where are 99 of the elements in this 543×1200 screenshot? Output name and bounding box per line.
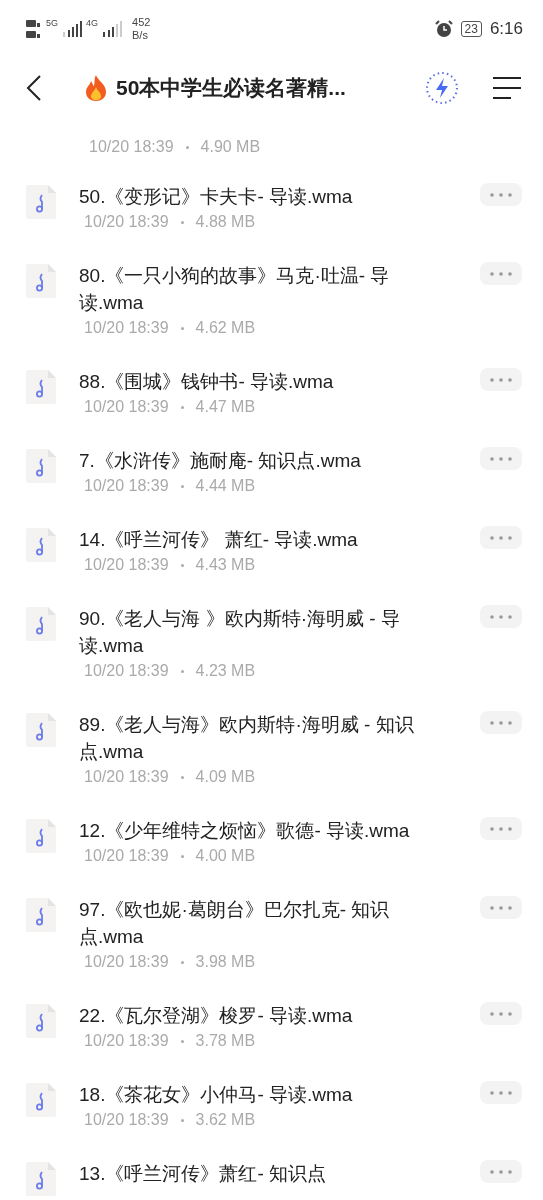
file-name[interactable]: 90.《老人与海 》欧内斯特·海明威 - 导读.wma	[79, 605, 451, 659]
more-button[interactable]	[480, 183, 522, 206]
separator-dot	[180, 669, 184, 673]
more-button[interactable]	[480, 368, 522, 391]
file-name[interactable]: 80.《一只小狗的故事》马克·吐温- 导读.wma	[79, 262, 451, 316]
file-name[interactable]: 88.《围城》钱钟书- 导读.wma	[79, 368, 451, 395]
more-icon	[489, 1011, 513, 1016]
more-icon	[489, 720, 513, 725]
file-date: 10/20 18:39	[84, 212, 169, 232]
more-button[interactable]	[480, 605, 522, 628]
more-icon	[489, 535, 513, 540]
alarm-icon	[434, 20, 453, 38]
file-date: 10/20 18:39	[84, 397, 169, 417]
more-button[interactable]	[480, 711, 522, 734]
file-size: 3.98 MB	[195, 952, 256, 972]
battery-indicator: 23	[460, 21, 482, 37]
audio-file-icon	[26, 713, 56, 747]
more-icon	[489, 1090, 513, 1095]
more-icon	[489, 1169, 513, 1174]
more-icon	[489, 826, 513, 831]
audio-file-icon	[26, 264, 56, 298]
signal-icon	[102, 21, 123, 37]
file-date: 10/20 18:39	[84, 476, 169, 496]
separator-dot	[180, 220, 184, 224]
more-button[interactable]	[480, 1081, 522, 1104]
sim-icon	[26, 18, 42, 40]
separator-dot	[180, 326, 184, 330]
more-icon	[489, 377, 513, 382]
audio-file-icon	[26, 185, 56, 219]
separator-dot	[180, 1039, 184, 1043]
file-name[interactable]: 22.《瓦尔登湖》梭罗- 导读.wma	[79, 1002, 451, 1029]
file-date: 10/20 18:39	[84, 318, 169, 338]
more-button[interactable]	[480, 447, 522, 470]
file-date: 10/20 18:39	[84, 555, 169, 575]
separator-dot	[180, 563, 184, 567]
more-icon	[489, 271, 513, 276]
file-size: 3.78 MB	[195, 1031, 256, 1051]
file-name[interactable]: 7.《水浒传》施耐庵- 知识点.wma	[79, 447, 451, 474]
file-size: 4.62 MB	[195, 318, 256, 338]
file-size: 4.00 MB	[195, 846, 256, 866]
audio-file-icon	[26, 1083, 56, 1117]
audio-file-icon	[26, 1004, 56, 1038]
speed-value: 452	[132, 16, 151, 29]
file-size: 3.62 MB	[195, 1110, 256, 1130]
more-icon	[489, 614, 513, 619]
audio-file-icon	[26, 898, 56, 932]
more-button[interactable]	[480, 1002, 522, 1025]
separator-dot	[180, 484, 184, 488]
more-button[interactable]	[480, 526, 522, 549]
more-button[interactable]	[480, 1160, 522, 1183]
file-name[interactable]: 12.《少年维特之烦恼》歌德- 导读.wma	[79, 817, 451, 844]
more-icon	[489, 456, 513, 461]
more-icon	[489, 905, 513, 910]
audio-file-icon	[26, 528, 56, 562]
file-size: 4.88 MB	[195, 212, 256, 232]
separator-dot	[185, 145, 189, 149]
separator-dot	[180, 775, 184, 779]
more-icon	[489, 192, 513, 197]
back-icon[interactable]	[26, 75, 42, 101]
clock-time: 6:16	[489, 19, 523, 39]
audio-file-icon	[26, 370, 56, 404]
audio-file-icon	[26, 1162, 56, 1196]
file-name[interactable]: 13.《呼兰河传》萧红- 知识点	[79, 1160, 451, 1187]
file-name[interactable]: 97.《欧也妮·葛朗台》巴尔扎克- 知识点.wma	[79, 896, 451, 950]
folder-title: 50本中学生必读名著精...	[116, 75, 347, 101]
network-label: 5G	[46, 18, 58, 28]
audio-file-icon	[26, 819, 56, 853]
file-size: 4.09 MB	[195, 767, 256, 787]
file-date: 10/20 18:39	[84, 1110, 169, 1130]
separator-dot	[180, 1118, 184, 1122]
audio-file-icon	[26, 607, 56, 641]
audio-file-icon	[26, 449, 56, 483]
file-date: 10/20 18:39	[84, 767, 169, 787]
separator-dot	[180, 854, 184, 858]
file-date: 10/20 18:39	[89, 137, 174, 157]
lightning-icon[interactable]	[425, 71, 459, 105]
file-date: 10/20 18:39	[84, 952, 169, 972]
file-date: 10/20 18:39	[84, 846, 169, 866]
more-button[interactable]	[480, 896, 522, 919]
separator-dot	[180, 405, 184, 409]
speed-unit: B/s	[132, 29, 149, 42]
menu-icon[interactable]	[493, 77, 521, 99]
signal-icon	[62, 21, 82, 37]
file-date: 10/20 18:39	[84, 661, 169, 681]
file-size: 4.47 MB	[195, 397, 256, 417]
flame-icon	[84, 74, 108, 102]
file-name[interactable]: 89.《老人与海》欧内斯特·海明威 - 知识点.wma	[79, 711, 451, 765]
separator-dot	[180, 960, 184, 964]
more-button[interactable]	[480, 262, 522, 285]
file-name[interactable]: 18.《茶花女》小仲马- 导读.wma	[79, 1081, 451, 1108]
file-size: 4.44 MB	[195, 476, 256, 496]
file-name[interactable]: 50.《变形记》卡夫卡- 导读.wma	[79, 183, 451, 210]
file-size: 4.43 MB	[195, 555, 256, 575]
file-size: 4.90 MB	[200, 137, 261, 157]
network-label: 4G	[86, 18, 99, 28]
file-size: 4.23 MB	[195, 661, 256, 681]
more-button[interactable]	[480, 817, 522, 840]
file-date: 10/20 18:39	[84, 1031, 169, 1051]
file-name[interactable]: 14.《呼兰河传》 萧红- 导读.wma	[79, 526, 451, 553]
